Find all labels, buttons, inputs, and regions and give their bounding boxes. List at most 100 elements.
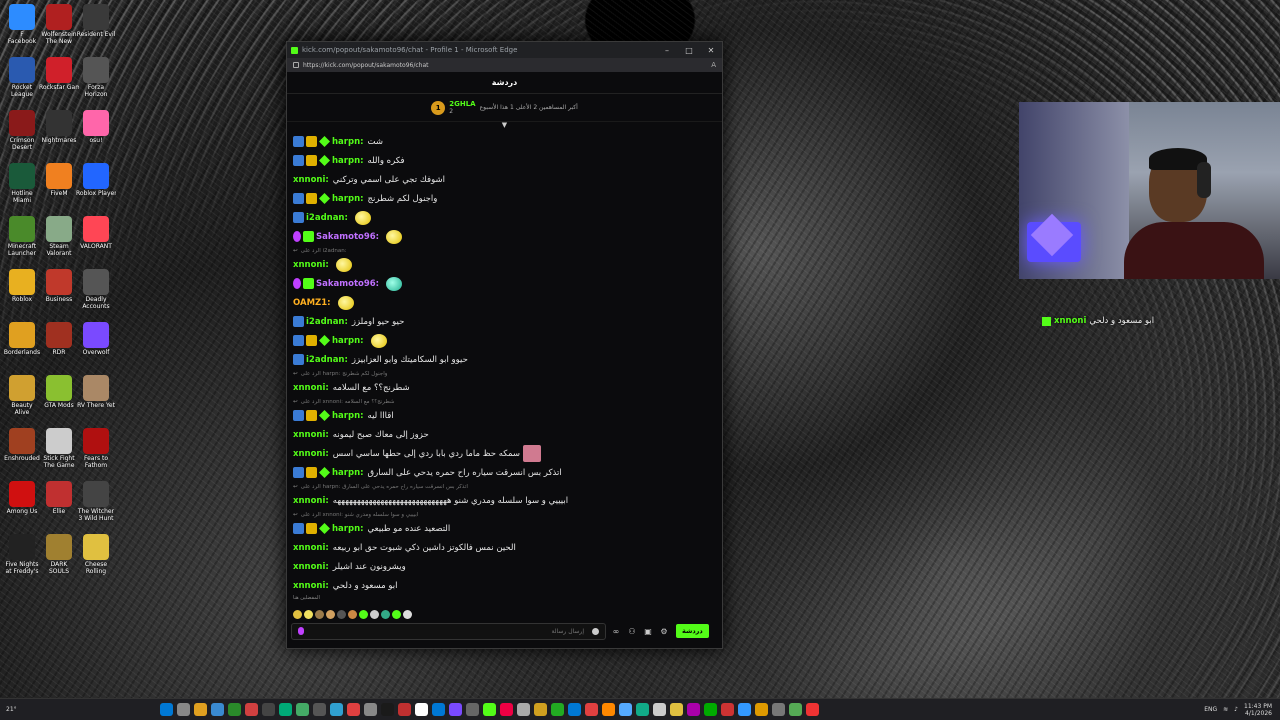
chat-message[interactable]: xnnoni: سمكه حظ ماما ردي بابا ردي إلى حطه… <box>293 444 716 463</box>
send-button[interactable]: دردشة <box>676 624 709 638</box>
chat-username[interactable]: xnnoni: <box>293 449 329 459</box>
taskbar-app-icon[interactable] <box>347 703 360 716</box>
infinity-icon[interactable]: ∞ <box>610 627 622 636</box>
chat-username[interactable]: harpn: <box>332 468 364 478</box>
desktop-icon[interactable]: Wolfenstein The New <box>39 2 79 54</box>
taskbar-app-icon[interactable] <box>585 703 598 716</box>
chat-message[interactable]: xnnoni: اشوفك تجي على اسمي وتركني <box>293 170 716 189</box>
quick-emote-icon[interactable] <box>304 609 313 619</box>
chat-message[interactable]: harpn: التصعيد عنده مو طبيعي <box>293 519 716 538</box>
taskbar-app-icon[interactable] <box>772 703 785 716</box>
minimize-button[interactable]: – <box>656 46 678 55</box>
taskbar-app-icon[interactable] <box>636 703 649 716</box>
chat-username[interactable]: i2adnan: <box>306 355 348 365</box>
quick-emote-bar[interactable] <box>293 607 412 621</box>
taskbar-app-icon[interactable] <box>228 703 241 716</box>
taskbar-app-icon[interactable] <box>364 703 377 716</box>
chat-message[interactable]: Sakamoto96: <box>293 227 716 246</box>
taskbar-app-icon[interactable] <box>687 703 700 716</box>
taskbar-app-icon[interactable] <box>602 703 615 716</box>
taskbar-app-icon[interactable] <box>466 703 479 716</box>
chat-message[interactable]: Sakamoto96: <box>293 274 716 293</box>
taskbar-app-icon[interactable] <box>432 703 445 716</box>
taskbar-app-icon[interactable] <box>738 703 751 716</box>
chat-username[interactable]: harpn: <box>332 524 364 534</box>
chat-username[interactable]: i2adnan: <box>306 317 348 327</box>
emoji-picker-icon[interactable] <box>592 627 599 635</box>
taskbar-app-icon[interactable] <box>755 703 768 716</box>
chat-username[interactable]: xnnoni: <box>293 383 329 393</box>
desktop-icon[interactable]: FiveM <box>39 161 79 213</box>
desktop-icon[interactable]: Crimson Desert <box>2 108 42 160</box>
chat-message[interactable]: xnnoni: <box>293 255 716 274</box>
chat-message[interactable]: xnnoni: شطرنج؟؟ مع السلامه <box>293 378 716 397</box>
settings-icon[interactable]: ⚙ <box>658 627 670 636</box>
quick-emote-icon[interactable] <box>348 609 357 619</box>
volume-icon[interactable]: ♪ <box>1234 706 1238 713</box>
desktop-icon[interactable]: Rocket League <box>2 55 42 107</box>
desktop-icon[interactable]: RV There Yet <box>76 373 116 425</box>
chat-messages[interactable]: harpn: شت harpn: فكره والله xnnoni: اشوفك تجي… <box>287 130 722 606</box>
desktop-icon[interactable]: Cheese Rolling <box>76 532 116 584</box>
language-indicator[interactable]: ENG <box>1204 706 1217 713</box>
desktop-icon[interactable]: VALORANT <box>76 214 116 266</box>
taskbar-app-icon[interactable] <box>806 703 819 716</box>
taskbar-app-icon[interactable] <box>160 703 173 716</box>
desktop-icon[interactable]: Minecraft Launcher <box>2 214 42 266</box>
chat-username[interactable]: harpn: <box>332 336 364 346</box>
chat-message[interactable]: i2adnan: حيو حيو اوملزز <box>293 312 716 331</box>
taskbar-app-icon[interactable] <box>177 703 190 716</box>
quick-emote-icon[interactable] <box>392 609 401 619</box>
desktop-icon[interactable]: DARK SOULS <box>39 532 79 584</box>
taskbar-app-icon[interactable] <box>262 703 275 716</box>
address-bar[interactable]: https://kick.com/popout/sakamoto96/chat … <box>287 58 722 72</box>
taskbar-app-icon[interactable] <box>398 703 411 716</box>
chat-username[interactable]: xnnoni: <box>293 430 329 440</box>
chat-message[interactable]: OAMZ1: <box>293 293 716 312</box>
chat-message[interactable]: harpn: اتذكر بس انسرقت سياره راح حمره يدح… <box>293 463 716 482</box>
taskbar-app-icon[interactable] <box>296 703 309 716</box>
taskbar-app-icon[interactable] <box>721 703 734 716</box>
weather-widget[interactable]: 21° <box>0 706 40 713</box>
maximize-button[interactable]: □ <box>678 46 700 55</box>
taskbar-app-icon[interactable] <box>500 703 513 716</box>
taskbar-app-icon[interactable] <box>483 703 496 716</box>
taskbar-app-icon[interactable] <box>279 703 292 716</box>
chat-username[interactable]: xnnoni: <box>293 175 329 185</box>
chat-message[interactable]: harpn: شت <box>293 132 716 151</box>
chat-message[interactable]: harpn: فكره والله <box>293 151 716 170</box>
taskbar-app-icon[interactable] <box>245 703 258 716</box>
clock[interactable]: 11:43 PM 4/1/2026 <box>1244 703 1272 717</box>
chat-message[interactable]: xnnoni: ابيييي و سوا سلسله ومدري شنو هههه… <box>293 491 716 510</box>
chat-username[interactable]: OAMZ1: <box>293 298 331 308</box>
chat-message[interactable]: harpn: واجنول لكم شطرنج <box>293 189 716 208</box>
taskbar-app-icon[interactable] <box>449 703 462 716</box>
chat-message[interactable]: xnnoni: ابو مسعود و دلحي <box>293 576 716 595</box>
taskbar-app-icon[interactable] <box>194 703 207 716</box>
chat-username[interactable]: xnnoni: <box>293 581 329 591</box>
taskbar-app-icon[interactable] <box>551 703 564 716</box>
desktop-icon[interactable]: Among Us <box>2 479 42 531</box>
desktop-icon[interactable]: Deadly Accounts <box>76 267 116 319</box>
desktop-icon[interactable]: Nightmares <box>39 108 79 160</box>
desktop-icon[interactable]: Five Nights at Freddy's <box>2 532 42 584</box>
chat-username[interactable]: harpn: <box>332 156 364 166</box>
taskbar-app-icon[interactable] <box>653 703 666 716</box>
taskbar-app-icon[interactable] <box>789 703 802 716</box>
desktop-icon[interactable]: osu! <box>76 108 116 160</box>
chat-username[interactable]: xnnoni: <box>293 496 329 506</box>
taskbar-app-icon[interactable] <box>517 703 530 716</box>
chat-message[interactable]: i2adnan: <box>293 208 716 227</box>
chat-username[interactable]: harpn: <box>332 194 364 204</box>
chat-message[interactable]: xnnoni: الحين نمس فالكوتز داشين ذكي شبوت … <box>293 538 716 557</box>
desktop-icon[interactable]: Roblox <box>2 267 42 319</box>
quick-emote-icon[interactable] <box>315 609 324 619</box>
taskbar-app-icon[interactable] <box>534 703 547 716</box>
quick-emote-icon[interactable] <box>337 609 346 619</box>
chat-message[interactable]: xnnoni: حزوز إلى معاك صبح ليمونه <box>293 425 716 444</box>
chat-username[interactable]: xnnoni: <box>293 260 329 270</box>
desktop-icon[interactable]: Business <box>39 267 79 319</box>
gift-icon[interactable]: ▣ <box>642 627 654 636</box>
collapse-chevron-icon[interactable]: ▼ <box>287 122 722 129</box>
chat-username[interactable]: Sakamoto96: <box>316 279 379 289</box>
